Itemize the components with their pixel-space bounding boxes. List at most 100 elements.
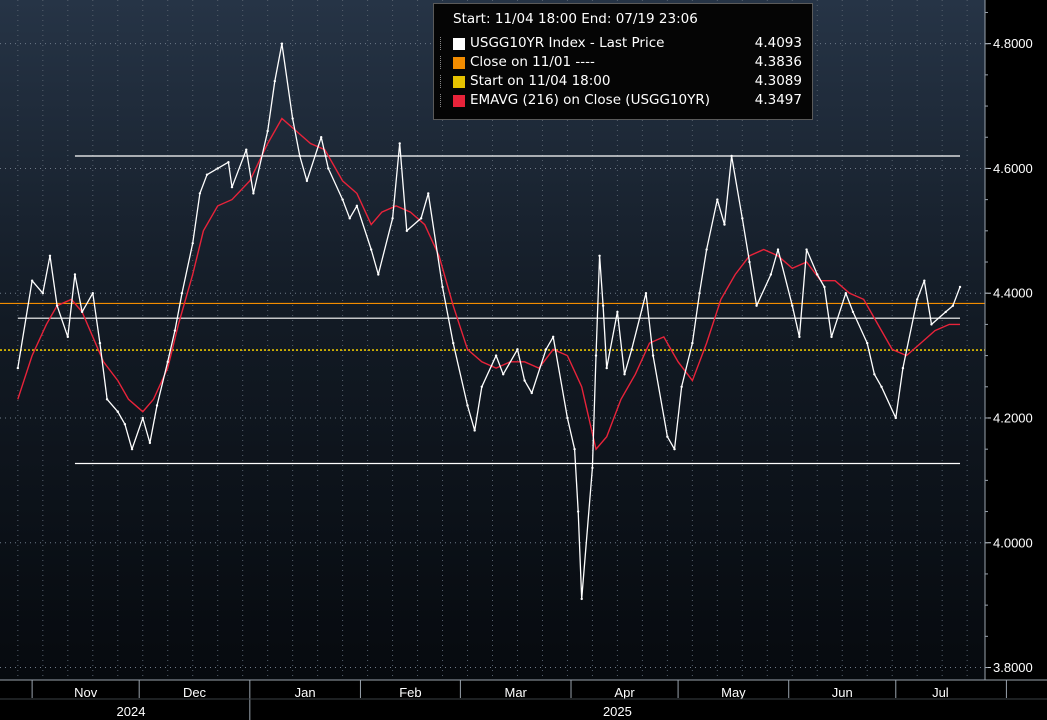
legend-value: 4.3089 bbox=[754, 73, 802, 89]
price-point bbox=[723, 223, 726, 226]
price-point bbox=[791, 304, 794, 307]
price-point bbox=[844, 292, 848, 295]
legend-header: Start: 11/04 18:00 End: 07/19 23:06 bbox=[453, 11, 698, 27]
y-tick-label: 4.2000 bbox=[993, 410, 1033, 425]
price-point bbox=[530, 391, 533, 395]
x-month-label: Nov bbox=[74, 685, 98, 700]
price-point bbox=[98, 341, 102, 345]
price-point bbox=[452, 341, 455, 345]
price-point bbox=[591, 466, 594, 470]
x-month-label: Mar bbox=[505, 685, 528, 700]
price-point bbox=[391, 217, 394, 220]
price-point bbox=[544, 348, 548, 351]
price-point bbox=[80, 310, 84, 314]
legend-value: 4.3836 bbox=[754, 54, 802, 70]
legend-item-last-price[interactable]: USGG10YR Index - Last Price 4.4093 bbox=[440, 35, 806, 55]
x-month-label: Feb bbox=[399, 685, 421, 700]
price-point bbox=[598, 254, 601, 257]
price-point bbox=[523, 379, 526, 382]
price-point bbox=[305, 179, 309, 183]
chart: 4.8000 4.6000 4.4000 4.2000 4.0000 3.8000 Nov D… bbox=[0, 0, 1047, 720]
price-point bbox=[551, 335, 555, 339]
price-point bbox=[816, 273, 819, 276]
price-point bbox=[141, 416, 144, 420]
price-point bbox=[805, 248, 808, 251]
price-point bbox=[205, 173, 209, 176]
price-point bbox=[623, 373, 626, 376]
price-point bbox=[776, 248, 780, 251]
x-month-label: Jan bbox=[295, 685, 316, 700]
price-point bbox=[166, 360, 169, 364]
legend-item-start[interactable]: Start on 11/04 18:00 4.3089 bbox=[440, 73, 806, 93]
price-point bbox=[915, 298, 919, 301]
price-point bbox=[502, 373, 505, 376]
legend-box: Start: 11/04 18:00 End: 07/19 23:06 USGG… bbox=[433, 3, 813, 120]
x-month-label: May bbox=[721, 685, 746, 700]
price-point bbox=[198, 192, 202, 195]
legend-label: USGG10YR Index - Last Price bbox=[470, 35, 665, 51]
price-point bbox=[319, 136, 323, 139]
price-point bbox=[680, 385, 683, 388]
x-month-label: Apr bbox=[614, 685, 635, 700]
price-point bbox=[130, 447, 134, 451]
y-tick-label: 3.8000 bbox=[993, 660, 1033, 675]
price-line bbox=[17, 43, 961, 600]
legend-item-ema[interactable]: EMAVG (216) on Close (USGG10YR) 4.3497 bbox=[440, 92, 806, 112]
price-point bbox=[291, 117, 294, 120]
price-point bbox=[398, 142, 401, 145]
legend-value: 4.3497 bbox=[754, 92, 802, 108]
price-point bbox=[516, 348, 519, 351]
price-point bbox=[369, 248, 373, 251]
price-point bbox=[494, 354, 498, 357]
legend-swatch-close bbox=[453, 57, 465, 69]
y-tick-label: 4.8000 bbox=[993, 36, 1033, 51]
price-point bbox=[748, 260, 751, 264]
price-point bbox=[55, 304, 59, 307]
price-point bbox=[691, 341, 694, 345]
price-point bbox=[173, 329, 177, 332]
price-point bbox=[191, 242, 194, 245]
price-point bbox=[48, 254, 52, 257]
price-point bbox=[605, 366, 608, 370]
price-point bbox=[616, 310, 619, 314]
price-point bbox=[327, 167, 330, 170]
price-point bbox=[594, 354, 598, 357]
price-point bbox=[566, 416, 569, 420]
price-point bbox=[944, 310, 947, 314]
price-point bbox=[405, 229, 409, 233]
price-point bbox=[830, 335, 833, 339]
price-point bbox=[227, 161, 230, 164]
price-point bbox=[16, 366, 20, 370]
legend-item-close[interactable]: Close on 11/01 ---- 4.3836 bbox=[440, 54, 806, 74]
price-point bbox=[576, 510, 580, 513]
x-year-label: 2024 bbox=[117, 704, 146, 719]
price-point bbox=[355, 204, 359, 208]
price-point bbox=[66, 335, 70, 339]
price-point bbox=[466, 404, 469, 407]
legend-swatch-last-price bbox=[453, 38, 465, 50]
ema-line bbox=[17, 117, 960, 451]
price-point bbox=[341, 198, 344, 201]
price-point bbox=[573, 447, 576, 451]
price-point bbox=[155, 404, 159, 407]
price-point bbox=[901, 366, 905, 370]
price-point bbox=[866, 341, 869, 345]
legend-value: 4.4093 bbox=[754, 35, 802, 51]
y-tick-label: 4.4000 bbox=[993, 286, 1033, 301]
x-month-label: Jun bbox=[832, 685, 853, 700]
price-point bbox=[230, 185, 234, 189]
price-point bbox=[41, 292, 45, 295]
price-point bbox=[377, 273, 380, 276]
price-point bbox=[880, 385, 883, 388]
price-point bbox=[923, 279, 926, 282]
price-point bbox=[730, 154, 733, 158]
price-point bbox=[716, 198, 719, 201]
y-axis-panel bbox=[985, 0, 1047, 680]
price-point bbox=[741, 217, 744, 220]
price-point bbox=[180, 292, 184, 295]
price-point bbox=[873, 373, 876, 376]
price-point bbox=[698, 292, 701, 295]
x-year-label: 2025 bbox=[603, 704, 632, 719]
price-point bbox=[30, 279, 34, 282]
price-point bbox=[630, 348, 633, 351]
